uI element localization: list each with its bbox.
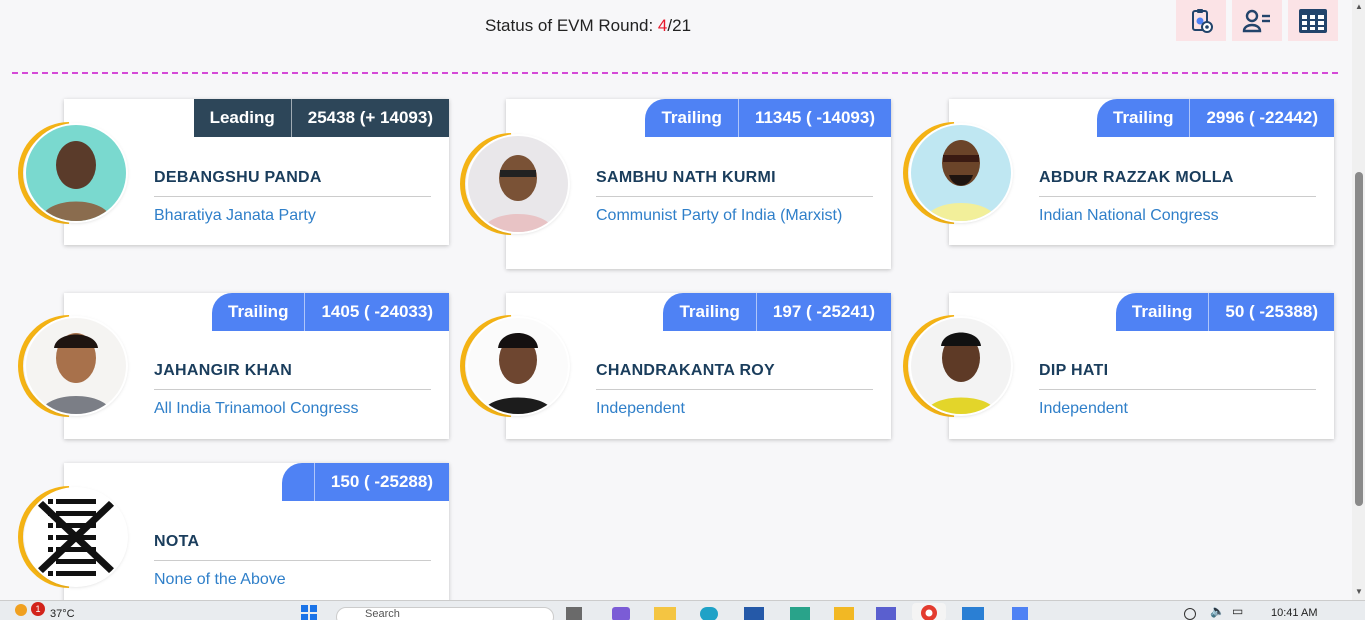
trailing-badge: Trailing 1405 ( -24033) — [212, 293, 449, 331]
top-icon-group — [1176, 0, 1338, 41]
file-explorer-icon[interactable] — [654, 607, 676, 620]
vote-count: 11345 ( -14093) — [754, 108, 875, 127]
party-name: Indian National Congress — [1039, 207, 1219, 224]
calendar-icon[interactable] — [1012, 607, 1028, 620]
scroll-down-icon[interactable]: ▼ — [1355, 587, 1363, 596]
name-divider — [154, 560, 431, 561]
trailing-badge: Trailing 50 ( -25388) — [1115, 293, 1334, 331]
vote-count: 197 ( -25241) — [772, 302, 875, 321]
result-status: Trailing — [1116, 293, 1210, 331]
party-name: Independent — [1039, 400, 1128, 417]
task-view-icon[interactable] — [566, 607, 582, 620]
header-bar: Status of EVM Round: 4/21 — [0, 0, 1352, 60]
report-button[interactable] — [1176, 0, 1226, 41]
battery-icon[interactable]: ▭ — [1232, 604, 1243, 618]
temperature: 37°C — [50, 608, 75, 620]
total-rounds: /21 — [667, 16, 692, 35]
nota-symbol — [26, 489, 126, 585]
chrome-button[interactable] — [912, 603, 946, 620]
leading-badge: Leading 25438 (+ 14093) — [193, 99, 449, 137]
candidate-photo-frame — [881, 100, 1027, 246]
party-name: Independent — [596, 400, 685, 417]
candidate-photo — [26, 125, 126, 221]
evm-round-status: Status of EVM Round: 4/21 — [485, 16, 691, 36]
edge-icon[interactable] — [700, 607, 718, 620]
name-divider — [596, 389, 873, 390]
windows-start-icon[interactable] — [300, 604, 318, 620]
candidate-name: JAHANGIR KHAN — [154, 362, 293, 379]
chrome-icon — [921, 605, 937, 620]
candidate-name: DEBANGSHU PANDA — [154, 169, 322, 186]
vote-count: 1405 ( -24033) — [321, 302, 433, 321]
candidate-name: DIP HATI — [1039, 362, 1109, 379]
notes-icon[interactable] — [834, 607, 854, 620]
party-name: Bharatiya Janata Party — [154, 207, 316, 224]
vote-count: 25438 (+ 14093) — [307, 108, 433, 127]
trailing-badge: Trailing 2996 ( -22442) — [1097, 99, 1334, 137]
candidate-list-icon — [1242, 9, 1270, 32]
wifi-icon[interactable] — [1184, 608, 1196, 620]
scroll-up-icon[interactable]: ▲ — [1355, 2, 1363, 11]
trailing-badge: 150 ( -25288) — [281, 463, 449, 501]
candidate-photo — [911, 125, 1011, 221]
result-status: Trailing — [212, 293, 306, 331]
teams-icon[interactable] — [876, 607, 896, 620]
party-name: None of the Above — [154, 571, 286, 588]
candidate-name: ABDUR RAZZAK MOLLA — [1039, 169, 1234, 186]
name-divider — [596, 196, 873, 197]
result-status: Leading — [194, 99, 292, 137]
candidate-photo — [911, 318, 1011, 414]
current-round: 4 — [657, 16, 668, 35]
result-status: Trailing — [1097, 99, 1191, 137]
result-status: Trailing — [645, 99, 739, 137]
candidate-photo-frame — [0, 100, 142, 246]
copilot-icon[interactable] — [612, 607, 630, 620]
weather-icon[interactable] — [14, 603, 28, 620]
windows-taskbar: 1 37°C Search 🔈 ▭ 10:41 AM — [0, 600, 1365, 620]
party-name: Communist Party of India (Marxist) — [596, 207, 843, 224]
candidate-photo-frame — [881, 293, 1027, 439]
name-divider — [1039, 389, 1316, 390]
vote-count: 50 ( -25388) — [1225, 302, 1318, 321]
candidate-photo-frame — [0, 464, 142, 610]
vertical-scrollbar[interactable]: ▲ ▼ — [1352, 0, 1365, 600]
candidate-name: NOTA — [154, 533, 200, 550]
clock-time[interactable]: 10:41 AM — [1271, 607, 1317, 619]
trailing-badge: Trailing 11345 ( -14093) — [645, 99, 891, 137]
taskbar-search[interactable]: Search — [336, 607, 554, 620]
result-status — [282, 463, 315, 501]
status-label: Status of EVM Round: — [485, 16, 658, 35]
vote-count: 150 ( -25288) — [330, 472, 433, 491]
volume-icon[interactable]: 🔈 — [1210, 604, 1225, 618]
nota-icon — [26, 489, 126, 585]
candidate-list-button[interactable] — [1232, 0, 1282, 41]
party-name: All India Trinamool Congress — [154, 400, 359, 417]
candidate-photo-frame — [438, 111, 584, 257]
store-icon[interactable] — [744, 607, 764, 620]
search-placeholder: Search — [365, 608, 400, 620]
app-icon[interactable] — [790, 607, 810, 620]
name-divider — [154, 196, 431, 197]
candidate-name: CHANDRAKANTA ROY — [596, 362, 776, 379]
trailing-badge: Trailing 197 ( -25241) — [663, 293, 891, 331]
scroll-thumb[interactable] — [1355, 172, 1363, 506]
candidate-photo — [26, 318, 126, 414]
section-divider — [12, 72, 1338, 74]
candidate-photo-frame — [0, 293, 142, 439]
candidate-photo — [468, 136, 568, 232]
notification-badge: 1 — [31, 602, 45, 616]
vote-count: 2996 ( -22442) — [1206, 108, 1318, 127]
table-grid-icon — [1299, 8, 1327, 33]
report-icon — [1192, 8, 1213, 33]
name-divider — [1039, 196, 1316, 197]
mail-icon[interactable] — [962, 607, 984, 620]
name-divider — [154, 389, 431, 390]
candidate-photo-frame — [438, 293, 584, 439]
result-status: Trailing — [663, 293, 757, 331]
candidate-photo — [468, 318, 568, 414]
candidate-name: SAMBHU NATH KURMI — [596, 169, 776, 186]
table-view-button[interactable] — [1288, 0, 1338, 41]
